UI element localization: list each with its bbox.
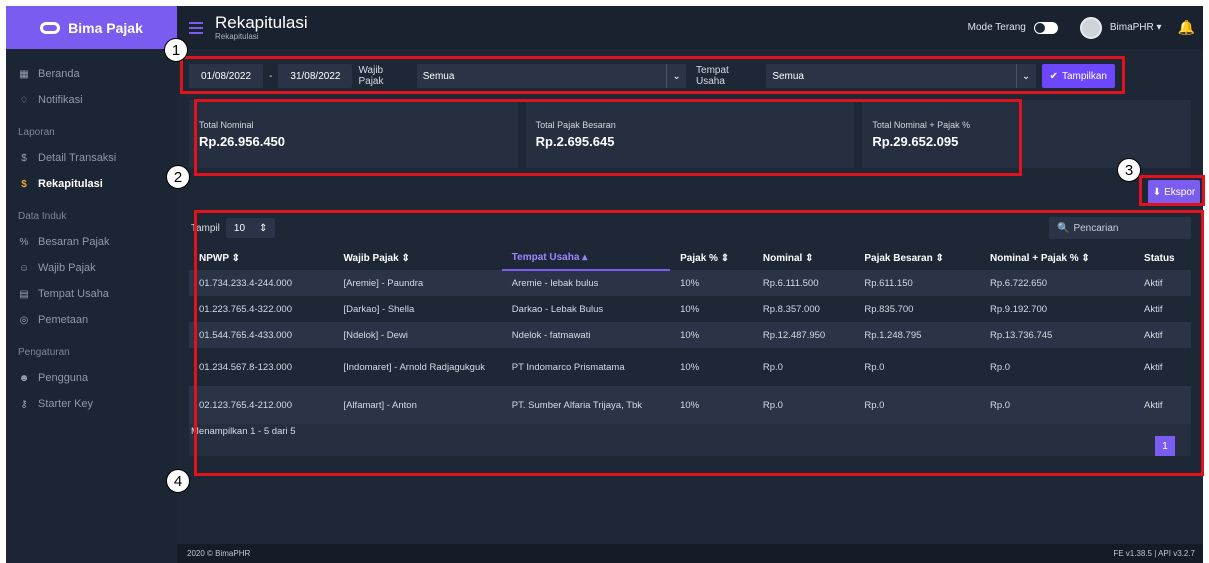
highlight-box-3 [1139,175,1205,206]
sidebar-section-laporan: Laporan [18,126,55,138]
sidebar-item-label: Pengguna [38,372,89,384]
sidebar-item-starter-key[interactable]: ⚷ Starter Key [6,391,177,417]
highlight-box-1 [180,56,1125,94]
sidebar-nav: ▦ Beranda ♢ Notifikasi Laporan $ Detail Transa… [6,49,177,417]
sidebar-item-rekapitulasi[interactable]: $ Rekapitulasi [6,171,177,197]
page-heading: Rekapitulasi Rekapitulasi [215,13,308,42]
mode-label: Mode Terang [967,22,1026,33]
annotation-badge-3: 3 [1117,158,1141,182]
user-menu[interactable]: BimaPHR ▾ [1110,22,1162,33]
sidebar-item-label: Notifikasi [38,94,83,106]
menu-toggle-icon[interactable] [189,21,203,34]
sidebar-item-detail-transaksi[interactable]: $ Detail Transaksi [6,145,177,171]
topbar: Rekapitulasi Rekapitulasi Mode Terang Bi… [177,6,1203,49]
topbar-right: Mode Terang BimaPHR ▾ 🔔 [968,6,1203,49]
store-icon: ▤ [19,288,29,300]
sidebar-item-label: Beranda [38,68,80,80]
sidebar-item-pemetaan[interactable]: ◎ Pemetaan [6,307,177,333]
sidebar-item-label: Rekapitulasi [38,178,103,190]
dollar-icon: $ [21,152,27,164]
sidebar-item-label: Besaran Pajak [38,236,110,248]
sidebar-item-tempat-usaha[interactable]: ▤ Tempat Usaha [6,281,177,307]
version-info: FE v1.38.5 | API v3.2.7 [1113,549,1195,558]
caret-down-icon: ▾ [1156,22,1162,33]
annotation-badge-2: 2 [166,165,190,189]
users-icon: ☻ [18,372,30,384]
sidebar-item-label: Wajib Pajak [38,262,96,274]
dollar-icon: $ [21,178,27,190]
brand-logo-icon [40,21,61,34]
sidebar-item-label: Pemetaan [38,314,89,326]
sidebar-section-pengaturan: Pengaturan [18,346,70,358]
sidebar-item-label: Tempat Usaha [38,288,109,300]
sidebar-item-wajib-pajak[interactable]: ☺ Wajib Pajak [6,255,177,281]
highlight-box-4 [194,210,1204,476]
page-breadcrumb: Rekapitulasi [215,32,259,41]
notification-bell-icon[interactable]: 🔔 [1178,19,1195,36]
sidebar-item-beranda[interactable]: ▦ Beranda [6,61,177,87]
brand[interactable]: Bima Pajak [6,6,177,49]
percent-icon: % [19,236,29,248]
brand-name: Bima Pajak [68,19,143,36]
annotation-badge-1: 1 [164,38,188,62]
map-pin-icon: ◎ [19,314,29,326]
user-icon: ☺ [18,262,30,274]
theme-toggle[interactable] [1033,21,1058,34]
sidebar-item-notifikasi[interactable]: ♢ Notifikasi [6,87,177,113]
sidebar-item-besaran-pajak[interactable]: % Besaran Pajak [6,229,177,255]
app-footer: 2020 © BimaPHR FE v1.38.5 | API v3.2.7 [177,544,1203,563]
page-title: Rekapitulasi [215,13,308,32]
sidebar: Bima Pajak ▦ Beranda ♢ Notifikasi Laporan $ De… [6,6,177,563]
sidebar-item-label: Detail Transaksi [38,152,117,164]
sidebar-item-label: Starter Key [38,398,94,410]
bell-icon: ♢ [19,94,29,106]
user-name: BimaPHR [1109,22,1154,33]
copyright: 2020 © BimaPHR [187,549,251,558]
avatar[interactable] [1079,16,1102,39]
key-icon: ⚷ [20,398,28,410]
sidebar-item-pengguna[interactable]: ☻ Pengguna [6,365,177,391]
grid-icon: ▦ [19,68,29,80]
sidebar-section-data-induk: Data Induk [18,210,67,222]
highlight-box-2 [194,99,1022,176]
annotation-badge-4: 4 [166,469,190,493]
